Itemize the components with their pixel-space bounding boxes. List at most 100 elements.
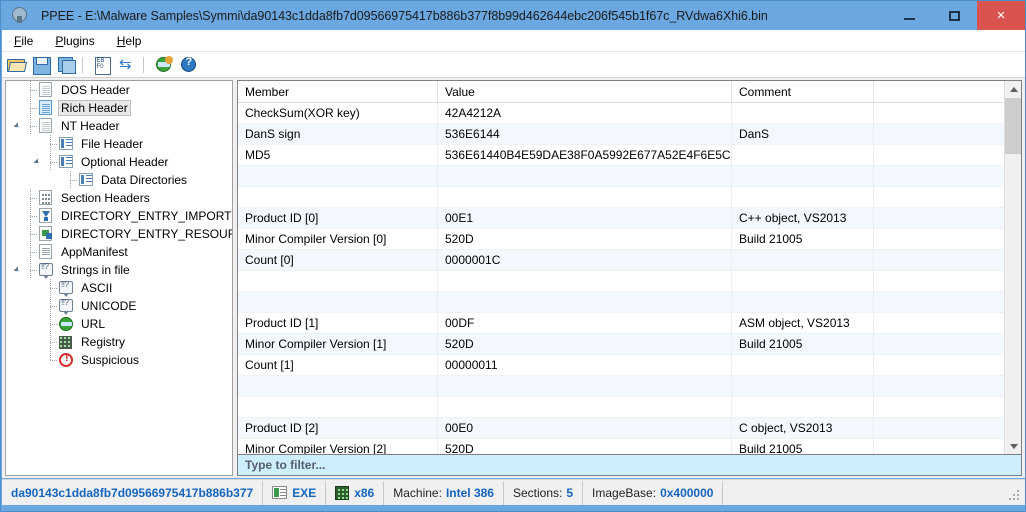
table-vertical-scrollbar[interactable]	[1004, 81, 1021, 455]
cell-value: 520D	[438, 439, 732, 455]
table-row[interactable]: Count [0] 0000001C	[238, 250, 1004, 271]
tree-connector-line	[44, 279, 58, 297]
menu-label: ile	[21, 33, 34, 48]
maximize-icon	[949, 10, 960, 21]
tree-item-registry[interactable]: Registry	[6, 333, 232, 351]
tree-connector-line	[44, 351, 58, 369]
title-bar[interactable]: PPEE - E:\Malware Samples\Symmi\da90143c…	[1, 1, 1025, 30]
tree-connector-line	[44, 315, 58, 333]
tree-item-label: File Header	[81, 137, 144, 151]
tree-item-suspicious[interactable]: Suspicious	[6, 351, 232, 369]
save-button[interactable]	[30, 54, 52, 76]
table-row[interactable]	[238, 292, 1004, 313]
resize-grip[interactable]	[1009, 490, 1021, 502]
close-icon: ×	[996, 7, 1006, 24]
table-row[interactable]: Count [1] 00000011	[238, 355, 1004, 376]
filter-input[interactable]: Type to filter...	[238, 454, 1021, 475]
grid-icon	[78, 172, 94, 188]
tree-item-nt-header[interactable]: NT Header	[6, 117, 232, 135]
tree-item-appmanifest[interactable]: AppManifest	[6, 243, 232, 261]
maximize-button[interactable]	[932, 1, 977, 30]
table-row[interactable]: DanS sign 536E6144 DanS	[238, 124, 1004, 145]
tree-connector-line	[44, 135, 58, 153]
table-row[interactable]	[238, 376, 1004, 397]
tree-item-label: DIRECTORY_ENTRY_IMPORT	[61, 209, 232, 223]
exe-icon	[272, 486, 288, 499]
minimize-icon	[904, 18, 915, 20]
menu-item-plugins[interactable]: Plugins	[45, 32, 104, 50]
tree-item-file-header[interactable]: File Header	[6, 135, 232, 153]
tree-item-strings-in-file[interactable]: Strings in file	[6, 261, 232, 279]
tree-expander-collapse-icon[interactable]	[10, 117, 24, 135]
virustotal-button[interactable]	[152, 54, 174, 76]
column-header-value[interactable]: Value	[438, 81, 732, 102]
table-row[interactable]: Minor Compiler Version [2] 520D Build 2100…	[238, 439, 1004, 455]
member-table-panel: Member Value Comment CheckSum(XOR key) 42…	[237, 80, 1022, 476]
status-file-type-value: EXE	[292, 485, 317, 500]
table-row[interactable]: Product ID [2] 00E0 C object, VS2013	[238, 418, 1004, 439]
cell-value	[438, 187, 732, 208]
column-header-comment[interactable]: Comment	[732, 81, 874, 102]
tree-item-unicode[interactable]: UNICODE	[6, 297, 232, 315]
tree-item-section-headers[interactable]: Section Headers	[6, 189, 232, 207]
cell-value	[438, 166, 732, 187]
tree-item-dos-header[interactable]: DOS Header	[6, 81, 232, 99]
tree-item-directory-entry-resource[interactable]: DIRECTORY_ENTRY_RESOURCE	[6, 225, 232, 243]
table-row[interactable]	[238, 397, 1004, 418]
scroll-down-button[interactable]	[1005, 438, 1021, 455]
table-row[interactable]	[238, 187, 1004, 208]
open-file-button[interactable]	[5, 54, 27, 76]
menu-label: elp	[125, 33, 142, 48]
tree-expander-collapse-icon[interactable]	[10, 261, 24, 279]
tree-item-label: DOS Header	[61, 83, 130, 97]
cell-comment	[732, 145, 874, 166]
ppee-app-icon	[11, 6, 29, 25]
table-row[interactable]: Product ID [0] 00E1 C++ object, VS2013	[238, 208, 1004, 229]
tree-item-rich-header[interactable]: Rich Header	[6, 99, 232, 117]
tree-item-optional-header[interactable]: Optional Header	[6, 153, 232, 171]
status-machine-label: Machine:	[393, 485, 442, 500]
table-row[interactable]: Minor Compiler Version [0] 520D Build 2100…	[238, 229, 1004, 250]
close-button[interactable]: ×	[977, 1, 1025, 30]
cell-extra	[874, 229, 1004, 250]
tree-item-ascii[interactable]: ASCII	[6, 279, 232, 297]
ppee-main-window: PPEE - E:\Malware Samples\Symmi\da90143c…	[0, 0, 1026, 512]
status-sections-value: 5	[566, 485, 574, 500]
table-row[interactable]	[238, 166, 1004, 187]
tree-item-url[interactable]: URL	[6, 315, 232, 333]
cell-extra	[874, 187, 1004, 208]
table-row[interactable]	[238, 271, 1004, 292]
table-row[interactable]: Product ID [1] 00DF ASM object, VS2013	[238, 313, 1004, 334]
window-controls: ×	[887, 1, 1025, 30]
cell-extra	[874, 313, 1004, 334]
cell-member: Product ID [2]	[238, 418, 438, 439]
filter-placeholder-text: Type to filter...	[245, 458, 326, 472]
menu-item-help[interactable]: Help	[107, 32, 152, 50]
column-header-extra[interactable]	[874, 81, 1004, 102]
cell-member	[238, 187, 438, 208]
scrollbar-thumb[interactable]	[1005, 98, 1021, 154]
save-all-button[interactable]	[55, 54, 77, 76]
menu-item-file[interactable]: File	[4, 32, 43, 50]
tree-item-directory-entry-import[interactable]: DIRECTORY_ENTRY_IMPORT	[6, 207, 232, 225]
help-button[interactable]	[177, 54, 199, 76]
status-machine-value: Intel 386	[445, 485, 494, 500]
scroll-up-button[interactable]	[1005, 81, 1021, 98]
tree-item-data-directories[interactable]: Data Directories	[6, 171, 232, 189]
table-row[interactable]: Minor Compiler Version [1] 520D Build 2100…	[238, 334, 1004, 355]
refresh-button[interactable]: ⇆	[116, 54, 138, 76]
status-file-type: EXE	[263, 480, 327, 505]
table-row[interactable]: CheckSum(XOR key) 42A4212A	[238, 103, 1004, 124]
minimize-button[interactable]	[887, 1, 932, 30]
structure-tree[interactable]: DOS Header Rich Header NT Header File Heade…	[5, 80, 233, 476]
column-header-member[interactable]: Member	[238, 81, 438, 102]
tree-item-label: NT Header	[61, 119, 120, 133]
table-row[interactable]: MD5 536E61440B4E59DAE38F0A5992E677A52E4F6…	[238, 145, 1004, 166]
tree-expander-collapse-icon[interactable]	[30, 153, 44, 171]
hex-view-button[interactable]	[91, 54, 113, 76]
